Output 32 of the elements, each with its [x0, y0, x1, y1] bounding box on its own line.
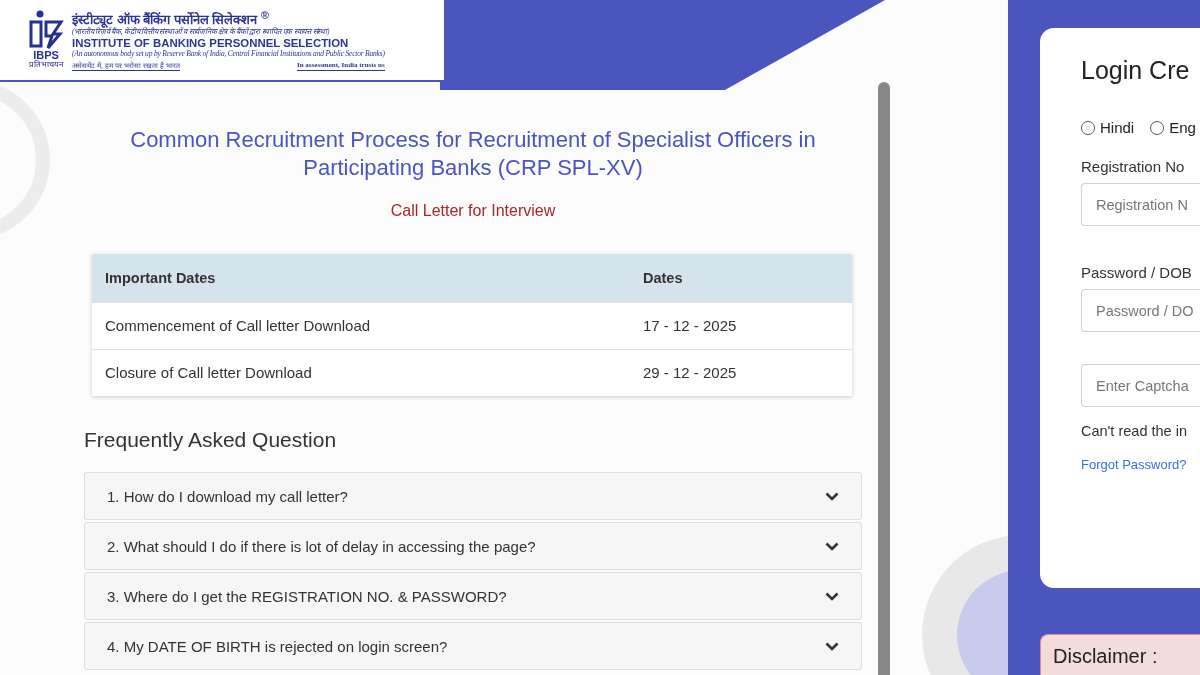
field-label: Password / DOB [1081, 264, 1193, 281]
language-radio[interactable]: Eng [1150, 119, 1196, 136]
input-field[interactable]: Password / DO [1081, 289, 1200, 332]
column-header: Dates [630, 254, 852, 302]
table-cell: Commencement of Call letter Download [92, 302, 630, 349]
forgot-password-link[interactable]: Forgot Password? [1081, 457, 1200, 472]
chevron-down-icon [825, 591, 839, 601]
table-cell: Closure of Call letter Download [92, 349, 630, 396]
logo-icon [28, 10, 64, 51]
page-subtitle: Call Letter for Interview [389, 202, 557, 220]
column-header: Important Dates [92, 254, 630, 302]
disclaimer-title: Disclaimer : [1040, 634, 1200, 675]
table-cell: 17 - 12 - 2025 [630, 302, 852, 349]
input-field[interactable]: Enter Captcha [1081, 364, 1200, 407]
chevron-down-icon [825, 491, 839, 501]
chevron-down-icon [825, 541, 839, 551]
captcha-hint: Can't read the in [1081, 423, 1188, 439]
table-cell: 29 - 12 - 2025 [630, 349, 852, 396]
faq-item[interactable]: 3. Where do I get the REGISTRATION NO. & PASSWORD? [84, 572, 862, 620]
login-title: Login Cre [1081, 56, 1191, 85]
faq-item[interactable]: 2. What should I do if there is lot of delay in accessing the page? [84, 522, 862, 570]
field-label: Registration No [1081, 158, 1186, 175]
faq-item[interactable]: 1. How do I download my call letter? [84, 472, 862, 520]
input-field[interactable]: Registration N [1081, 183, 1200, 226]
institute-name: INSTITUTE OF BANKING PERSONNEL SELECTION [72, 36, 350, 50]
chevron-down-icon [825, 641, 839, 651]
page-title: Common Recruitment Process for Recruitment of Specialist Officers in Participating Banks (CRP SPL-XV) [129, 126, 817, 182]
hindi-name: इंस्टीट्यूट ऑफ बैंकिंग पर्सोनेल सिलेक्शन $^{®}$ [72, 9, 270, 28]
language-radio[interactable]: Hindi [1081, 119, 1135, 136]
faq-item[interactable]: 4. My DATE OF BIRTH is rejected on login screen? [84, 622, 862, 670]
faq-heading: Frequently Asked Question [84, 428, 338, 452]
scrollbar[interactable] [878, 82, 890, 675]
